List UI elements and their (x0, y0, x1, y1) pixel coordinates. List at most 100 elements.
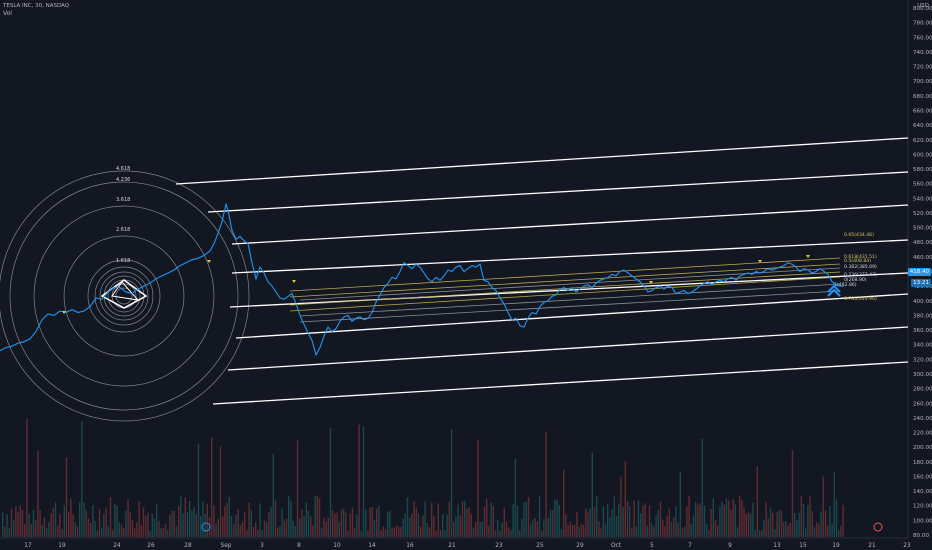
volume-bar (382, 526, 384, 537)
volume-bar (301, 509, 303, 537)
volume-bar (334, 513, 336, 537)
volume-bar (461, 500, 464, 537)
x-tick-label: 3 (260, 543, 264, 549)
volume-bar (189, 501, 191, 537)
volume-bar (215, 523, 217, 537)
volume-bar (466, 508, 468, 537)
volume-bar (197, 443, 200, 537)
volume-bar (250, 509, 252, 537)
volume-bar (202, 501, 204, 537)
volume-bar (505, 521, 508, 537)
volume-bar (136, 522, 138, 537)
volume-bar (835, 499, 838, 537)
volume-bar (589, 508, 591, 537)
volume-bar (842, 504, 844, 537)
y-tick-label: 220.00 (913, 431, 932, 437)
volume-bar (642, 505, 644, 537)
volume-bar (244, 511, 246, 537)
volume-bar (125, 510, 127, 537)
volume-bar (395, 525, 398, 537)
volume-bar (270, 507, 272, 537)
volume-bar (252, 527, 255, 537)
volume-bar (288, 496, 290, 537)
volume-bar (428, 527, 431, 537)
x-tick-label: 19 (832, 543, 840, 549)
volume-bar (534, 518, 536, 537)
volume-indicator-label: Vol (3, 10, 12, 17)
volume-bar (307, 510, 310, 537)
volume-bar (684, 526, 686, 537)
volume-bar (101, 527, 103, 537)
volume-bar (279, 525, 281, 537)
volume-bar (373, 519, 376, 537)
volume-bar (281, 508, 283, 537)
volume-bar (813, 527, 816, 537)
volume-bar (422, 515, 424, 537)
volume-bar (701, 438, 703, 537)
volume-bar (629, 505, 631, 537)
volume-bar (112, 530, 114, 537)
y-tick-label: 660.00 (913, 108, 932, 114)
volume-bar (714, 519, 717, 537)
fib-level-label: 0.786(449.96) (844, 296, 877, 302)
volume-bar (268, 512, 270, 537)
volume-bar (481, 521, 483, 537)
volume-bar (237, 509, 239, 537)
volume-bar (241, 521, 244, 537)
volume-bar (294, 525, 296, 537)
volume-bar (697, 504, 699, 537)
volume-bar (620, 476, 622, 537)
volume-bar (380, 530, 382, 537)
volume-bar (129, 512, 131, 537)
volume-bar (673, 517, 675, 537)
volume-bar (444, 530, 446, 537)
volume-bar (692, 515, 695, 537)
volume-bar (622, 506, 624, 537)
y-tick-label: 140.00 (913, 489, 932, 495)
volume-bar (426, 523, 428, 537)
chart-area[interactable]: 800.00 780.00 760.00 740.00 720.00 700.00 680.… (0, 0, 932, 550)
volume-bar (145, 515, 147, 537)
volume-bar (239, 524, 241, 537)
y-tick-label: 380.00 (913, 313, 932, 319)
y-tick-label: 500.00 (913, 226, 932, 232)
volume-bar (26, 418, 28, 537)
volume-bar (103, 513, 105, 537)
volume-bar (754, 529, 756, 537)
volume-bar (536, 521, 538, 537)
volume-bar (178, 505, 180, 537)
volume-bar (365, 509, 367, 537)
volume-bar (582, 524, 585, 537)
volume-bar (206, 503, 208, 537)
volume-bar (527, 497, 530, 537)
volume-bar (798, 512, 800, 537)
volume-bar (213, 505, 215, 537)
volume-bar (554, 500, 556, 537)
volume-bar (391, 527, 393, 537)
volume-bar (523, 502, 525, 537)
volume-bar (57, 525, 59, 537)
volume-bar (670, 522, 673, 537)
volume-bar (657, 509, 659, 537)
fib-circle-label: 2.618 (116, 227, 130, 233)
volume-bar (497, 519, 499, 537)
volume-bar (494, 530, 497, 537)
y-tick-label: 640.00 (913, 123, 932, 129)
volume-bar (615, 515, 618, 537)
volume-bar (24, 524, 26, 537)
volume-bar (602, 506, 604, 537)
y-tick-label: 200.00 (913, 445, 932, 451)
volume-bar (235, 515, 237, 537)
volume-bar (371, 507, 373, 537)
volume-bar (409, 517, 411, 537)
volume-bar (387, 512, 389, 537)
y-tick-label: 240.00 (913, 416, 932, 422)
volume-bar (316, 495, 318, 537)
y-tick-label: 160.00 (913, 474, 932, 480)
volume-bar (802, 504, 805, 537)
volume-bar (794, 512, 796, 537)
price-chart[interactable]: 800.00780.00760.00740.00720.00700.00680.… (0, 0, 932, 550)
volume-bar (574, 524, 576, 537)
y-tick-label: 580.00 (913, 167, 932, 173)
volume-bar (272, 454, 274, 537)
